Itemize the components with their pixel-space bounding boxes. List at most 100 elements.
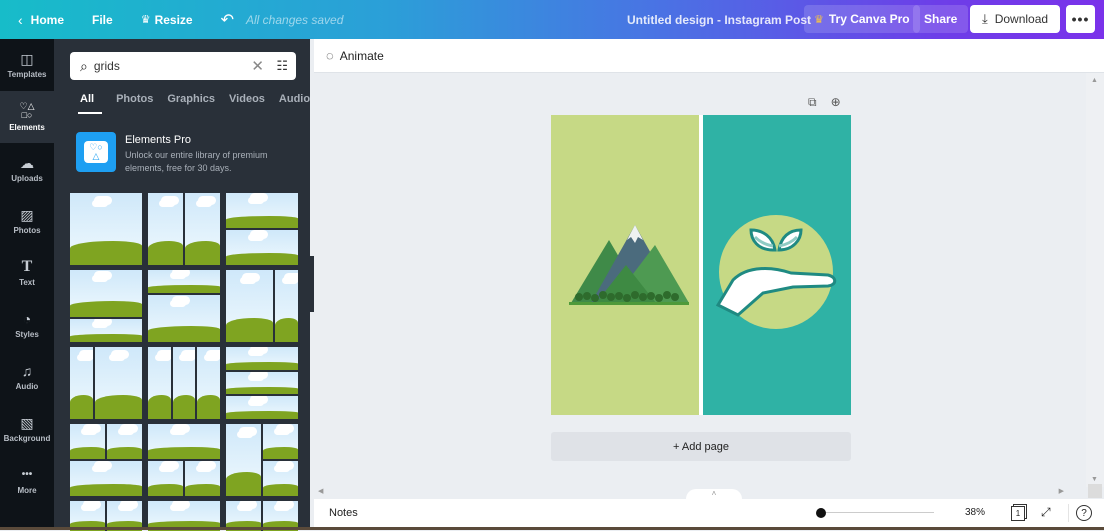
search-box: ⌕ ✕ ☷ xyxy=(70,52,296,80)
canvas-area: ⧉ ⊕ + Add page xyxy=(314,73,1086,487)
tab-videos[interactable]: Videos xyxy=(229,93,265,114)
download-label: Download xyxy=(994,12,1049,26)
rail-item-photos[interactable]: ▨ Photos xyxy=(0,195,54,247)
crown-icon: ♛ xyxy=(814,13,824,26)
save-status: All changes saved xyxy=(246,12,344,27)
templates-icon: ◫ xyxy=(20,51,34,67)
rail-label: Background xyxy=(3,434,51,443)
add-page-button[interactable]: + Add page xyxy=(551,432,851,461)
design-page[interactable] xyxy=(551,115,851,415)
help-icon: ? xyxy=(1081,507,1087,519)
rail-item-more[interactable]: ••• More xyxy=(0,455,54,507)
music-note-icon: ♫ xyxy=(21,363,33,379)
grid-thumbnail[interactable] xyxy=(148,347,220,419)
rail-label: More xyxy=(17,486,37,495)
rail-label: Elements xyxy=(9,123,45,132)
rail-item-text[interactable]: T Text xyxy=(0,247,54,299)
grid-thumbnail[interactable] xyxy=(70,424,142,496)
share-label: Share xyxy=(924,12,958,26)
more-icon: ••• xyxy=(1071,11,1090,27)
grid-thumbnail[interactable] xyxy=(148,193,220,265)
text-icon: T xyxy=(21,258,33,275)
animate-label: Animate xyxy=(339,48,384,63)
page-count-button[interactable]: 1 xyxy=(1011,506,1025,521)
footer-bar: Notes 38% 1 ⤢ ? xyxy=(314,499,1104,527)
scroll-up-icon[interactable]: ▲ xyxy=(1091,77,1098,84)
side-rail: ◫ Templates ♡△ □○ Elements ☁ Uploads ▨ Ph… xyxy=(0,39,54,530)
home-button[interactable]: ‹ Home xyxy=(18,12,64,28)
elements-icon: ♡△ □○ xyxy=(19,101,35,120)
add-page-label: + Add page xyxy=(673,440,729,453)
rail-item-audio[interactable]: ♫ Audio xyxy=(0,351,54,403)
duplicate-page-icon[interactable]: ⧉ xyxy=(808,95,817,110)
rail-item-background[interactable]: ▧ Background xyxy=(0,403,54,455)
design-title[interactable]: Untitled design - Instagram Post xyxy=(627,13,811,27)
hand-leaf-graphic[interactable] xyxy=(703,115,851,415)
try-canva-pro-button[interactable]: ♛ Try Canva Pro xyxy=(804,5,920,33)
add-page-icon[interactable]: ⊕ xyxy=(831,95,841,110)
elements-panel: ⌕ ✕ ☷ All Photos Graphics Videos Audio ♡… xyxy=(54,39,310,531)
tab-audio[interactable]: Audio xyxy=(279,93,310,114)
tab-graphics[interactable]: Graphics xyxy=(167,93,215,114)
vertical-scrollbar[interactable]: ▲ ▼ xyxy=(1086,73,1104,487)
grid-thumbnail[interactable] xyxy=(226,270,298,342)
fullscreen-icon[interactable]: ⤢ xyxy=(1041,505,1051,520)
grid-thumbnail[interactable] xyxy=(70,270,142,342)
share-button[interactable]: Share xyxy=(913,5,969,33)
rail-label: Text xyxy=(19,278,35,287)
resize-label: Resize xyxy=(154,12,193,27)
animate-icon: ◌ xyxy=(326,48,334,63)
notes-button[interactable]: Notes xyxy=(329,507,358,519)
rail-label: Audio xyxy=(15,382,39,391)
clear-search-icon[interactable]: ✕ xyxy=(251,57,264,75)
photos-icon: ▨ xyxy=(20,207,34,223)
grid-thumbnail[interactable] xyxy=(226,424,298,496)
search-icon: ⌕ xyxy=(80,57,88,74)
scroll-right-icon[interactable]: ▶ xyxy=(1059,487,1064,495)
resize-button[interactable]: ♛ Resize xyxy=(141,13,193,27)
animate-button[interactable]: ◌ Animate xyxy=(326,48,384,63)
scrollbar-corner xyxy=(1088,484,1102,498)
crown-icon: ♛ xyxy=(140,14,151,26)
editor-toolbar: ◌ Animate xyxy=(314,39,1104,73)
more-options-button[interactable]: ••• xyxy=(1066,5,1095,33)
grid-thumbnail[interactable] xyxy=(70,347,142,419)
zoom-slider-track[interactable] xyxy=(819,512,934,513)
home-label: Home xyxy=(30,12,65,27)
zoom-percent[interactable]: 38% xyxy=(965,507,985,518)
scroll-left-icon[interactable]: ◀ xyxy=(318,487,323,495)
tab-all[interactable]: All xyxy=(78,93,103,114)
download-button[interactable]: ⤓ Download xyxy=(970,5,1060,33)
palette-icon: ◔ xyxy=(22,311,32,327)
mountain-graphic[interactable] xyxy=(551,115,699,415)
grid-thumbnail[interactable] xyxy=(148,270,220,342)
zoom-slider-handle[interactable] xyxy=(816,508,826,518)
scroll-down-icon[interactable]: ▼ xyxy=(1091,476,1098,483)
promo-description: Unlock our entire library of premium ele… xyxy=(125,150,268,173)
grid-cell-right[interactable] xyxy=(703,115,851,415)
undo-button[interactable]: ↶ xyxy=(221,10,234,30)
rail-item-elements[interactable]: ♡△ □○ Elements xyxy=(0,91,54,143)
page-tools: ⧉ ⊕ xyxy=(808,95,841,110)
rail-label: Styles xyxy=(15,330,39,339)
file-label: File xyxy=(92,12,113,27)
rail-item-uploads[interactable]: ☁ Uploads xyxy=(0,143,54,195)
rail-label: Uploads xyxy=(11,174,43,183)
tab-photos[interactable]: Photos xyxy=(116,93,153,114)
rail-item-templates[interactable]: ◫ Templates xyxy=(0,39,54,91)
elements-pro-icon: ♡○ △ xyxy=(76,132,116,172)
elements-pro-promo[interactable]: ♡○ △ Elements Pro Unlock our entire libra… xyxy=(76,132,285,175)
filter-sliders-icon[interactable]: ☷ xyxy=(276,58,288,74)
more-icon: ••• xyxy=(21,469,33,480)
chevron-left-icon: ‹ xyxy=(18,11,23,28)
help-button[interactable]: ? xyxy=(1076,505,1092,521)
grid-thumbnail[interactable] xyxy=(148,424,220,496)
try-pro-label: Try Canva Pro xyxy=(828,12,910,26)
grid-thumbnail[interactable] xyxy=(226,347,298,419)
grid-thumbnail[interactable] xyxy=(70,193,142,265)
grid-thumbnail[interactable] xyxy=(226,193,298,265)
file-menu-button[interactable]: File xyxy=(92,13,113,27)
search-input[interactable] xyxy=(93,59,234,73)
rail-item-styles[interactable]: ◔ Styles xyxy=(0,299,54,351)
grid-cell-left[interactable] xyxy=(551,115,699,415)
